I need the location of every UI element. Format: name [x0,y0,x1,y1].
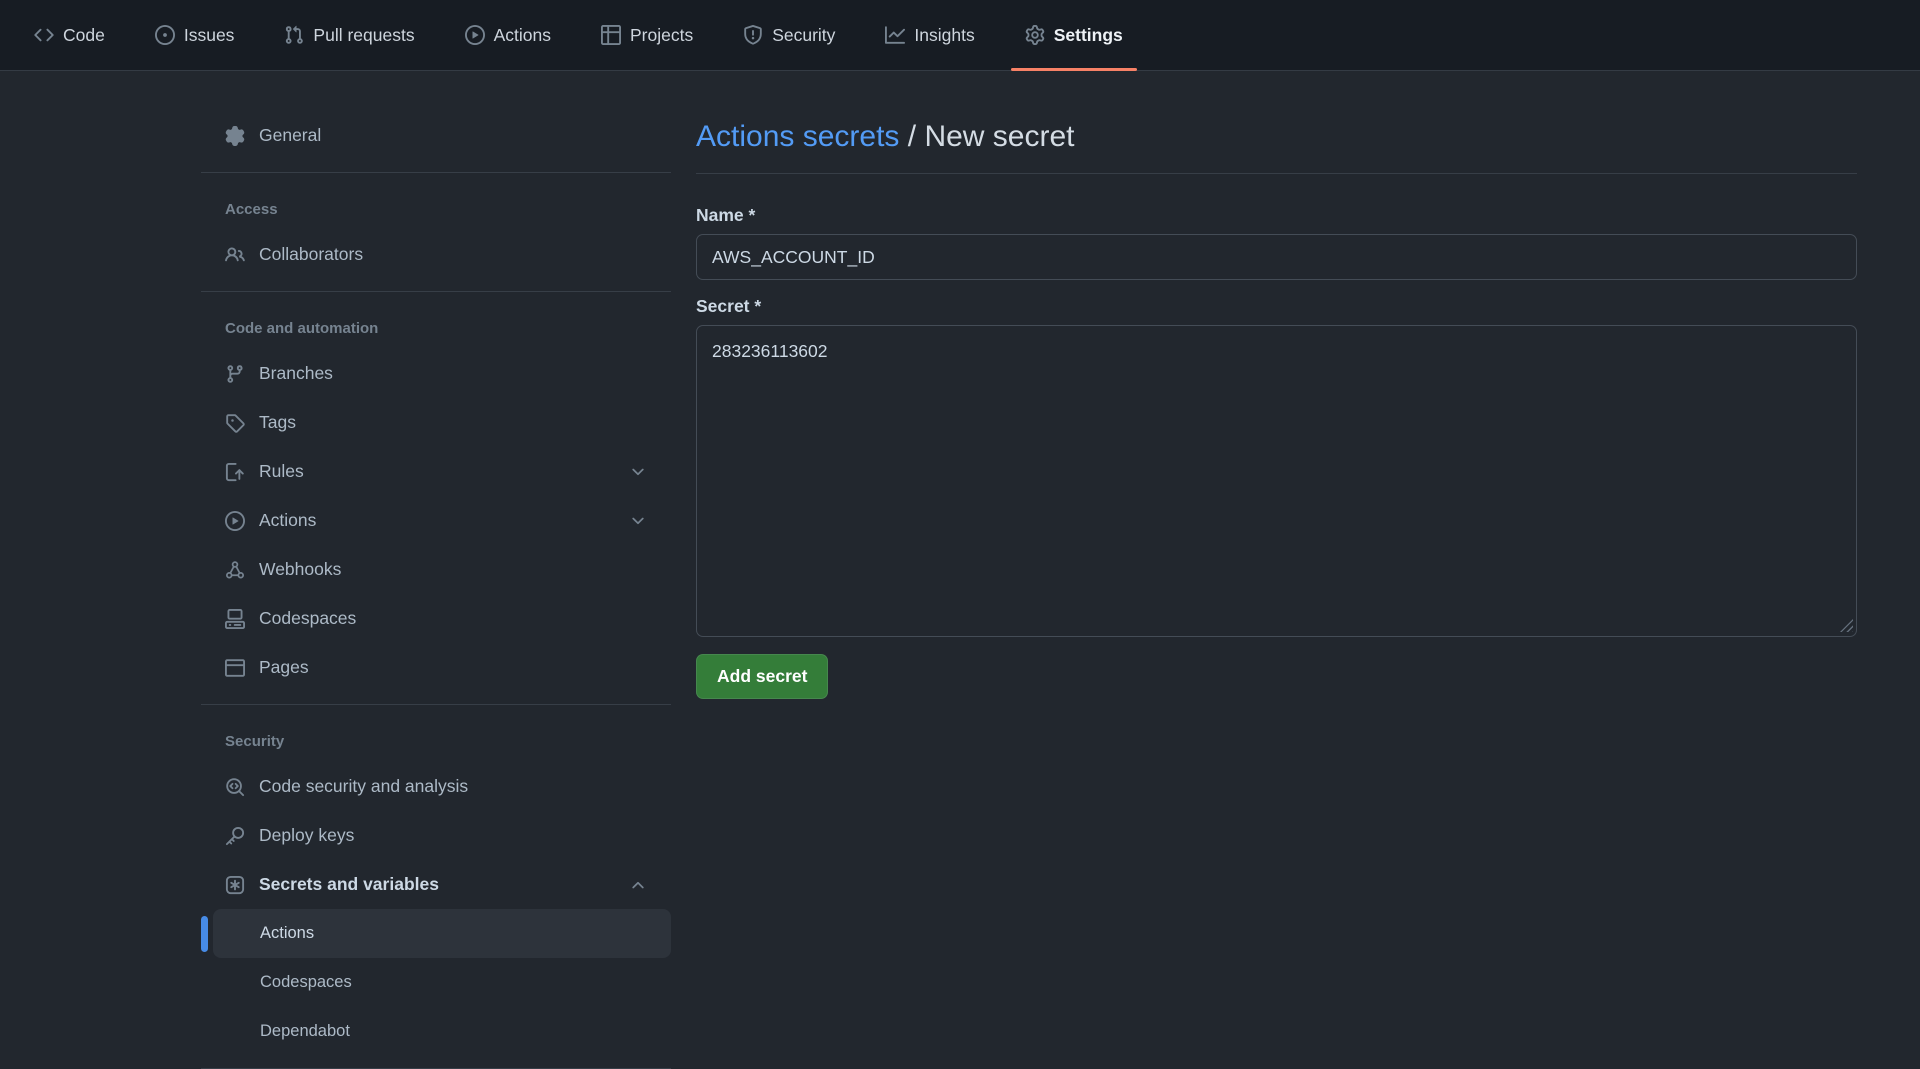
sidebar-item-label: Codespaces [259,608,647,629]
settings-sidebar: General Access Collaborators Code and au… [201,71,671,1069]
sidebar-item-actions[interactable]: Actions [201,496,671,545]
sidebar-item-label: Actions [259,510,615,531]
add-secret-button[interactable]: Add secret [696,654,828,699]
chevron-down-icon [629,512,647,530]
people-icon [225,245,245,265]
sidebar-section-title-access: Access [201,201,671,218]
tab-settings[interactable]: Settings [1011,0,1137,70]
sidebar-item-pages[interactable]: Pages [201,643,671,692]
sidebar-item-webhooks[interactable]: Webhooks [201,545,671,594]
sidebar-subitem-actions[interactable]: Actions [213,909,671,958]
tab-label: Insights [914,25,974,46]
sidebar-item-label: Tags [259,412,647,433]
graph-icon [885,25,905,45]
tab-label: Issues [184,25,235,46]
tag-icon [225,413,245,433]
sidebar-item-codespaces[interactable]: Codespaces [201,594,671,643]
name-label: Name * [696,205,1857,226]
code-icon [34,25,54,45]
tab-label: Projects [630,25,693,46]
sidebar-item-branches[interactable]: Branches [201,349,671,398]
tab-label: Settings [1054,25,1123,46]
asterisk-box-icon [225,875,245,895]
divider [696,173,1857,174]
tab-label: Pull requests [313,25,414,46]
table-icon [601,25,621,45]
tab-security[interactable]: Security [729,0,849,70]
play-icon [225,511,245,531]
repo-tab-bar: Code Issues Pull requests Actions Projec… [0,0,1920,71]
sidebar-item-label: Deploy keys [259,825,647,846]
tab-issues[interactable]: Issues [141,0,249,70]
breadcrumb-separator: / [908,120,916,153]
sidebar-subitem-dependabot[interactable]: Dependabot [213,1007,671,1056]
sidebar-item-secrets-and-variables[interactable]: Secrets and variables [201,860,671,909]
sidebar-item-tags[interactable]: Tags [201,398,671,447]
tab-label: Security [772,25,835,46]
key-icon [225,826,245,846]
sidebar-item-label: Collaborators [259,244,647,265]
webhook-icon [225,560,245,580]
sidebar-item-rules[interactable]: Rules [201,447,671,496]
sidebar-section-title-security: Security [201,733,671,750]
divider [201,172,671,173]
secret-label: Secret * [696,296,1857,317]
tab-insights[interactable]: Insights [871,0,988,70]
breadcrumb-current: New secret [924,120,1074,153]
chevron-up-icon [629,876,647,894]
sidebar-item-collaborators[interactable]: Collaborators [201,230,671,279]
code-scan-icon [225,777,245,797]
sidebar-item-label: Code security and analysis [259,776,647,797]
gear-icon [225,126,245,146]
issue-opened-icon [155,25,175,45]
secret-value-textarea[interactable]: 283236113602 [696,325,1857,637]
sidebar-item-code-security[interactable]: Code security and analysis [201,762,671,811]
gear-icon [1025,25,1045,45]
sidebar-item-label: Secrets and variables [259,874,615,895]
sidebar-item-label: Webhooks [259,559,647,580]
rule-icon [225,462,245,482]
tab-projects[interactable]: Projects [587,0,707,70]
sidebar-item-label: Pages [259,657,647,678]
sidebar-item-label: General [259,125,647,146]
shield-icon [743,25,763,45]
sidebar-subitem-label: Dependabot [260,1022,350,1041]
browser-icon [225,658,245,678]
new-secret-form: Actions secrets / New secret Name * Secr… [696,71,1857,699]
breadcrumb-actions-secrets-link[interactable]: Actions secrets [696,120,899,153]
page-title: Actions secrets / New secret [696,118,1857,155]
play-icon [465,25,485,45]
tab-label: Actions [494,25,551,46]
sidebar-item-label: Branches [259,363,647,384]
divider [201,704,671,705]
chevron-down-icon [629,463,647,481]
sidebar-item-deploy-keys[interactable]: Deploy keys [201,811,671,860]
tab-pull-requests[interactable]: Pull requests [270,0,428,70]
divider [201,291,671,292]
sidebar-item-general[interactable]: General [201,111,671,160]
sidebar-subitem-label: Codespaces [260,973,352,992]
codespaces-icon [225,609,245,629]
sidebar-section-title-code-and-automation: Code and automation [201,320,671,337]
git-pull-request-icon [284,25,304,45]
git-branch-icon [225,364,245,384]
sidebar-item-label: Rules [259,461,615,482]
tab-code[interactable]: Code [20,0,119,70]
tab-actions[interactable]: Actions [451,0,565,70]
tab-label: Code [63,25,105,46]
sidebar-subitem-codespaces[interactable]: Codespaces [213,958,671,1007]
sidebar-subitem-label: Actions [260,924,314,943]
secret-name-input[interactable] [696,234,1857,280]
